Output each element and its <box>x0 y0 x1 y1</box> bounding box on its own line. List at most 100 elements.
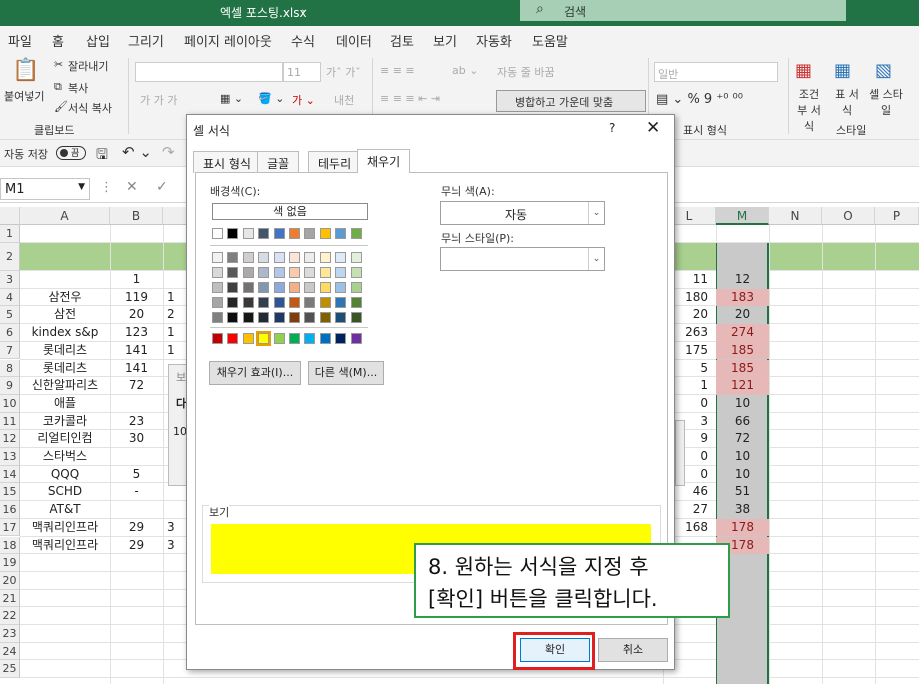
name-box[interactable]: M1 ▼ <box>0 178 90 200</box>
cell-m[interactable] <box>716 225 769 243</box>
color-swatch[interactable] <box>335 297 347 308</box>
bold-italic-icons[interactable]: 가 가 가 <box>140 92 177 108</box>
cell-b[interactable]: 123 <box>110 324 163 342</box>
row-header[interactable]: 1 <box>0 225 20 243</box>
tab-insert[interactable]: 삽입 <box>86 31 110 50</box>
number-format-box[interactable]: 일반 <box>654 62 778 82</box>
color-swatch[interactable] <box>273 333 285 344</box>
color-swatch[interactable] <box>304 297 316 308</box>
color-swatch[interactable] <box>319 267 331 278</box>
close-icon[interactable]: ✕ <box>646 118 660 138</box>
cell-b[interactable] <box>110 448 163 466</box>
column-header-b[interactable]: B <box>110 207 163 225</box>
tab-data[interactable]: 데이터 <box>336 31 372 50</box>
color-swatch[interactable] <box>335 333 347 344</box>
row-header[interactable]: 5 <box>0 306 20 325</box>
cell-styles-button[interactable]: 셀 스타일 <box>866 86 906 118</box>
color-swatch[interactable] <box>273 282 285 293</box>
font-size-box[interactable]: 11 <box>283 62 321 82</box>
color-swatch[interactable] <box>227 252 239 263</box>
row-header[interactable]: 4 <box>0 288 20 307</box>
tab-draw[interactable]: 그리기 <box>128 31 164 50</box>
row-header[interactable]: 25 <box>0 660 20 679</box>
undo-icon[interactable]: ↶ ⌄ <box>122 143 152 161</box>
column-header-m[interactable]: M <box>716 207 769 225</box>
cell-a[interactable]: 삼전우 <box>20 289 110 307</box>
cell-m[interactable]: 66 <box>716 413 769 431</box>
color-swatch[interactable] <box>350 312 362 323</box>
save-icon[interactable]: 🖫 <box>96 144 108 168</box>
cell-m[interactable]: 38 <box>716 501 769 519</box>
color-swatch[interactable] <box>212 282 223 293</box>
enter-icon[interactable]: ✓ <box>156 179 168 195</box>
cell-a[interactable]: 리얼티인컴 <box>20 430 110 448</box>
color-swatch[interactable] <box>304 282 316 293</box>
cut-button[interactable]: 잘라내기 <box>68 58 108 74</box>
color-swatch[interactable] <box>304 312 316 323</box>
row-header[interactable]: 9 <box>0 377 20 395</box>
color-swatch[interactable] <box>289 333 300 344</box>
color-swatch[interactable] <box>335 267 347 278</box>
format-painter-button[interactable]: 서식 복사 <box>68 100 112 116</box>
cell-b[interactable]: 29 <box>110 519 163 537</box>
cell-b[interactable] <box>110 243 163 271</box>
cell-b[interactable]: 72 <box>110 377 163 395</box>
cell-a[interactable]: 코카콜라 <box>20 413 110 431</box>
color-swatch[interactable] <box>319 282 331 293</box>
tab-formulas[interactable]: 수식 <box>291 31 315 50</box>
cell-c[interactable] <box>163 243 183 271</box>
help-button[interactable]: ? <box>609 121 615 135</box>
cell-b[interactable]: 5 <box>110 466 163 484</box>
color-swatch[interactable] <box>289 297 300 308</box>
color-swatch[interactable] <box>227 297 239 308</box>
column-header-n[interactable]: N <box>769 207 822 225</box>
color-swatch[interactable] <box>227 312 239 323</box>
borders-icon[interactable]: ▦ ⌄ <box>220 92 243 105</box>
row-header[interactable]: 12 <box>0 430 20 448</box>
cell-a[interactable] <box>20 271 110 289</box>
cancel-button[interactable]: 취소 <box>598 638 668 662</box>
cell-c[interactable] <box>163 225 183 243</box>
tab-view[interactable]: 보기 <box>433 31 457 50</box>
copy-button[interactable]: 복사 <box>68 80 88 96</box>
cell-b[interactable] <box>110 501 163 519</box>
cell-c[interactable]: 2 <box>163 306 183 324</box>
tab-review[interactable]: 검토 <box>390 31 414 50</box>
color-swatch[interactable] <box>289 282 300 293</box>
row-header[interactable]: 10 <box>0 394 20 413</box>
row-header[interactable]: 17 <box>0 518 20 537</box>
row-header[interactable]: 22 <box>0 607 20 625</box>
tab-help[interactable]: 도움말 <box>532 31 568 50</box>
color-swatch[interactable] <box>350 228 362 239</box>
tab-file[interactable]: 파일 <box>8 31 32 50</box>
align-left-icons[interactable]: ≡ ≡ ≡ ⇤ ⇥ <box>380 92 440 105</box>
fill-color-icon[interactable]: 🪣 ⌄ <box>258 92 284 105</box>
cell-b[interactable] <box>110 395 163 413</box>
cell-c[interactable] <box>163 271 183 289</box>
color-swatch[interactable] <box>273 312 285 323</box>
color-swatch[interactable] <box>319 297 331 308</box>
color-swatch[interactable] <box>212 267 223 278</box>
column-header-o[interactable]: O <box>822 207 875 225</box>
color-swatch[interactable] <box>212 228 223 239</box>
row-header[interactable]: 20 <box>0 571 20 590</box>
color-swatch[interactable] <box>242 333 254 344</box>
color-swatch[interactable] <box>273 267 285 278</box>
color-swatch[interactable] <box>242 252 254 263</box>
color-swatch[interactable] <box>350 297 362 308</box>
color-swatch[interactable] <box>335 228 347 239</box>
color-swatch[interactable] <box>273 228 285 239</box>
cell-m[interactable]: 20 <box>716 306 769 324</box>
cell-a[interactable]: 신한알파리츠 <box>20 377 110 395</box>
cell-b[interactable]: 23 <box>110 413 163 431</box>
cell-m[interactable]: 10 <box>716 395 769 413</box>
cell-b[interactable]: 141 <box>110 360 163 378</box>
row-header[interactable]: 13 <box>0 448 20 466</box>
cell-m[interactable]: 10 <box>716 448 769 466</box>
cell-m[interactable]: 10 <box>716 466 769 484</box>
cell-a[interactable]: AT&T <box>20 501 110 519</box>
cell-b[interactable]: 20 <box>110 306 163 324</box>
no-color-button[interactable]: 색 없음 <box>212 203 368 220</box>
color-swatch[interactable] <box>289 228 300 239</box>
cell-m[interactable]: 183 <box>716 288 769 307</box>
